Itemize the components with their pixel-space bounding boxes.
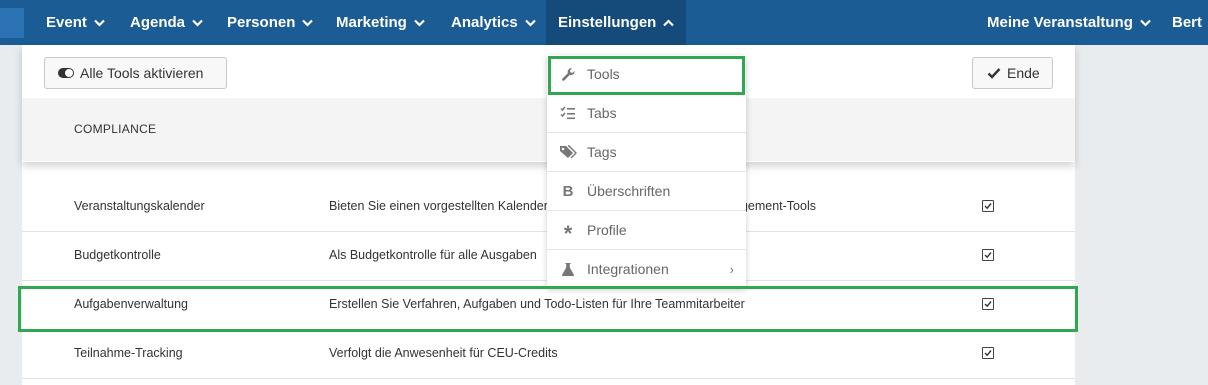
check-icon bbox=[984, 252, 992, 259]
menu-item-label: Integrationen bbox=[587, 261, 669, 277]
menu-item-label: Tags bbox=[587, 144, 617, 160]
menu-item-tags[interactable]: Tags bbox=[547, 133, 746, 172]
asterisk-icon: * bbox=[563, 221, 573, 246]
nav-user-menu[interactable]: Bert bbox=[1172, 0, 1208, 45]
logo-block[interactable] bbox=[0, 8, 24, 38]
check-icon bbox=[984, 350, 992, 357]
activate-all-tools-button[interactable]: Alle Tools aktivieren bbox=[44, 57, 227, 89]
highlight-tools-item bbox=[548, 56, 745, 95]
nav-analytics-label: Analytics bbox=[451, 14, 518, 31]
chevron-up-icon bbox=[663, 18, 675, 26]
nav-event[interactable]: Event bbox=[46, 0, 105, 45]
menu-item-tabs[interactable]: Tabs bbox=[547, 94, 746, 133]
check-icon bbox=[984, 203, 992, 210]
nav-analytics[interactable]: Analytics bbox=[451, 0, 536, 45]
nav-einstellungen[interactable]: Einstellungen bbox=[546, 0, 687, 45]
tool-description: Verfolgt die Anwesenheit für CEU-Credits bbox=[329, 346, 558, 360]
tool-enabled-checkbox[interactable] bbox=[982, 200, 994, 212]
tool-name: Veranstaltungskalender bbox=[74, 199, 205, 213]
table-row[interactable]: Teilnahme-Tracking Verfolgt die Anwesenh… bbox=[22, 330, 1075, 379]
nav-event-label: Event bbox=[46, 14, 87, 31]
menu-item-profiles[interactable]: * Profile bbox=[547, 211, 746, 250]
highlight-task-management-row bbox=[18, 286, 1078, 332]
chevron-down-icon bbox=[1140, 19, 1151, 27]
tool-description-continued: agement-Tools bbox=[734, 199, 816, 213]
chevron-down-icon bbox=[94, 19, 105, 27]
section-title: COMPLIANCE bbox=[74, 122, 157, 136]
top-navigation-bar: Event Agenda Personen Marketing Analytic… bbox=[0, 0, 1208, 45]
nav-marketing[interactable]: Marketing bbox=[336, 0, 425, 45]
chevron-down-icon bbox=[524, 19, 536, 27]
tool-name: Budgetkontrolle bbox=[74, 248, 161, 262]
chevron-down-icon bbox=[302, 19, 314, 27]
nav-einstellungen-label: Einstellungen bbox=[558, 14, 657, 31]
menu-item-label: Überschriften bbox=[587, 183, 671, 199]
nav-personen[interactable]: Personen bbox=[227, 0, 314, 45]
tags-icon bbox=[559, 145, 577, 159]
nav-meine-veranstaltung-label: Meine Veranstaltung bbox=[987, 14, 1133, 31]
toggle-on-icon bbox=[58, 68, 74, 78]
menu-item-label: Tabs bbox=[587, 105, 617, 121]
bold-icon: B bbox=[562, 182, 574, 200]
nav-agenda[interactable]: Agenda bbox=[130, 0, 203, 45]
checklist-icon bbox=[559, 106, 577, 120]
chevron-down-icon bbox=[414, 19, 425, 27]
nav-meine-veranstaltung[interactable]: Meine Veranstaltung bbox=[987, 0, 1151, 45]
nav-marketing-label: Marketing bbox=[336, 14, 407, 31]
done-button[interactable]: Ende bbox=[972, 57, 1053, 89]
checkmark-icon bbox=[987, 68, 1001, 79]
tool-name: Teilnahme-Tracking bbox=[74, 346, 183, 360]
menu-item-headings[interactable]: B Überschriften bbox=[547, 172, 746, 211]
tool-enabled-checkbox[interactable] bbox=[982, 347, 994, 359]
nav-agenda-label: Agenda bbox=[130, 14, 186, 31]
tool-description: Bieten Sie einen vorgestellten Kalender bbox=[329, 199, 548, 213]
nav-personen-label: Personen bbox=[227, 14, 296, 31]
menu-item-integrations[interactable]: Integrationen › bbox=[547, 250, 746, 288]
done-label: Ende bbox=[1007, 65, 1040, 81]
menu-item-label: Profile bbox=[587, 222, 627, 238]
nav-user-label: Bert bbox=[1172, 14, 1203, 31]
chevron-down-icon bbox=[192, 19, 203, 27]
activate-all-tools-label: Alle Tools aktivieren bbox=[80, 65, 204, 81]
chevron-right-icon: › bbox=[729, 261, 734, 277]
flask-icon bbox=[559, 262, 577, 277]
tool-enabled-checkbox[interactable] bbox=[982, 249, 994, 261]
tool-description: Als Budgetkontrolle für alle Ausgaben bbox=[329, 248, 537, 262]
